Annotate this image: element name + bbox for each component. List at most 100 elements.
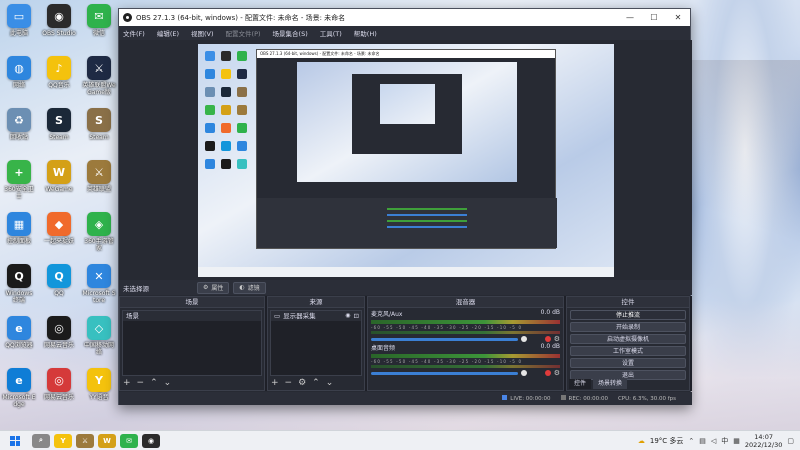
obs-logo-icon: [123, 13, 132, 22]
menu-item[interactable]: 视图(V): [191, 28, 214, 38]
network-icon[interactable]: ▤: [699, 437, 706, 445]
desktop-icon[interactable]: ⚔ 英雄联盟: [82, 160, 116, 193]
gear-icon[interactable]: ⚙: [554, 369, 560, 377]
menu-item: 配置文件(P): [225, 30, 261, 38]
desktop-icon[interactable]: Y YY语音: [82, 368, 116, 401]
move-down-icon[interactable]: ⌄: [326, 378, 334, 388]
obs-titlebar[interactable]: OBS 27.1.3 (64-bit, windows) - 配置文件: 未命名…: [119, 9, 690, 26]
control-button[interactable]: 开始录制: [570, 322, 686, 332]
remove-icon[interactable]: −: [137, 378, 145, 388]
mixer-channel: 桌面音频 0.0 dB -60 -55 -50 -45 -40 -35 -30 -2…: [368, 342, 563, 377]
desktop-icon[interactable]: ▦ 控制面板: [2, 212, 36, 245]
search-taskbar-icon[interactable]: ⌕: [32, 433, 50, 448]
desktop-icon[interactable]: ◎ 网易云音乐: [42, 368, 76, 401]
desktop-icon[interactable]: ▭ 此电脑: [2, 4, 36, 37]
app-icon: S: [87, 108, 111, 132]
weather-text[interactable]: 19°C 多云: [650, 436, 684, 446]
controls-dock: 控件 停止推流 开始录制 启动虚拟摄像机 工作室模式 设置 退出 控件 场景转换: [566, 296, 690, 391]
move-down-icon[interactable]: ⌄: [164, 378, 172, 388]
wegame-taskbar-icon[interactable]: W: [98, 433, 116, 448]
desktop-icon[interactable]: W WeGame: [42, 160, 76, 193]
lock-icon[interactable]: ⊡: [354, 311, 359, 321]
desktop-icon[interactable]: S Steam: [82, 108, 116, 141]
move-up-icon[interactable]: ⌃: [150, 378, 158, 388]
clock[interactable]: 14:07 2022/12/30: [745, 433, 782, 449]
windows-logo-icon: [10, 435, 20, 446]
notification-icon[interactable]: ▢: [787, 437, 794, 445]
add-icon[interactable]: +: [123, 378, 131, 388]
menu-item[interactable]: 编辑(E): [157, 28, 179, 38]
desktop-icon[interactable]: S Steam: [42, 108, 76, 141]
yy-taskbar-icon[interactable]: Y: [54, 433, 72, 448]
preview-area[interactable]: OBS 27.1.3 (64-bit, windows) - 配置文件: 未命名…: [119, 40, 692, 280]
captured-icon: [205, 51, 215, 61]
volume-icon[interactable]: ◁: [711, 437, 716, 445]
dock-tab[interactable]: 控件: [569, 379, 592, 389]
captured-icon: [237, 159, 247, 169]
dock-tab[interactable]: 场景转换: [593, 379, 628, 389]
desktop-icon[interactable]: ◈ 360手游管家: [82, 212, 116, 252]
input-method[interactable]: 中: [721, 436, 728, 446]
minimize-button[interactable]: —: [618, 9, 642, 26]
control-button[interactable]: 停止推流: [570, 310, 686, 320]
control-button[interactable]: 启动虚拟摄像机: [570, 334, 686, 344]
captured-icon: [221, 51, 231, 61]
control-button[interactable]: 设置: [570, 358, 686, 368]
wechat-taskbar-icon[interactable]: ✉: [120, 433, 138, 448]
add-icon[interactable]: +: [271, 378, 279, 388]
filters-button[interactable]: ◐ 滤镜: [233, 281, 266, 294]
desktop-icon[interactable]: Q Windows 终端: [2, 264, 36, 304]
keyboard-icon[interactable]: ▦: [733, 437, 740, 445]
captured-icon: [237, 123, 247, 133]
move-up-icon[interactable]: ⌃: [312, 378, 320, 388]
app-icon: ◎: [47, 316, 71, 340]
channel-name: 麦克风/Aux: [371, 311, 403, 318]
volume-slider[interactable]: [371, 337, 519, 341]
menu-item[interactable]: 场景集合(S): [273, 28, 308, 38]
menu-item[interactable]: 帮助(H): [354, 28, 377, 38]
scene-item[interactable]: 场景: [123, 311, 261, 321]
sources-dock: 来源 ▭ 显示器采集 ◉ ⊡ + − ⚙ ⌃ ⌄: [267, 296, 365, 391]
desktop-icon[interactable]: e Microsoft Edge: [2, 368, 36, 408]
maximize-button[interactable]: ☐: [642, 9, 666, 26]
desktop-icon-label: 控制面板: [6, 238, 31, 245]
control-button[interactable]: 工作室模式: [570, 346, 686, 356]
gear-icon[interactable]: ⚙: [298, 378, 306, 388]
desktop-icon[interactable]: ✕ Microsoft Store: [82, 264, 116, 304]
tray-overflow-icon[interactable]: ⌃: [688, 437, 694, 445]
start-button[interactable]: [0, 431, 30, 450]
properties-label: 属性: [211, 285, 224, 292]
remove-icon[interactable]: −: [285, 378, 293, 388]
menu-item[interactable]: 工具(T): [320, 28, 342, 38]
desktop-icon-label: 360安全卫士: [4, 186, 34, 200]
desktop-icon[interactable]: e QQ浏览器: [2, 316, 36, 349]
desktop-icon[interactable]: ◇ 中国移动网络: [82, 316, 116, 356]
desktop-icon[interactable]: ♻ 回收站: [2, 108, 36, 141]
taskbar: ⌕ Y ⚔ W ✉ ◉ ☁ 19°C 多云 ⌃ ▤ ◁ 中 ▦ 14:07 2022/12…: [0, 430, 800, 450]
desktop-icon[interactable]: ⚔ 英雄联盟WeGame版: [82, 56, 116, 96]
source-item[interactable]: ▭ 显示器采集 ◉ ⊡: [271, 311, 361, 321]
desktop-icon[interactable]: ✉ 微信: [82, 4, 116, 37]
desktop-icon[interactable]: ◉ OBS Studio: [42, 4, 76, 37]
captured-nested-window: [352, 74, 462, 154]
desktop-icon[interactable]: Q QQ: [42, 264, 76, 297]
app-icon: ◇: [87, 316, 111, 340]
visibility-eye-icon[interactable]: ◉: [345, 311, 350, 321]
desktop-icon[interactable]: ♪ QQ音乐: [42, 56, 76, 89]
desktop-icon[interactable]: ◆ 一起来捉妖: [42, 212, 76, 245]
close-button[interactable]: ✕: [666, 9, 690, 26]
obs-window[interactable]: OBS 27.1.3 (64-bit, windows) - 配置文件: 未命名…: [118, 8, 692, 405]
mute-icon[interactable]: [544, 370, 551, 376]
obs-taskbar-icon[interactable]: ◉: [142, 433, 160, 448]
desktop-icon[interactable]: ◎ 网易云音乐: [42, 316, 76, 349]
desktop-icon[interactable]: ◍ 网络: [2, 56, 36, 89]
meter-ticks: -60 -55 -50 -45 -40 -35 -30 -25 -20 -15 …: [371, 359, 523, 364]
lol-taskbar-icon[interactable]: ⚔: [76, 433, 94, 448]
properties-button[interactable]: ⚙ 属性: [197, 281, 230, 294]
volume-slider[interactable]: [371, 371, 519, 375]
sources-footer: + − ⚙ ⌃ ⌄: [271, 377, 333, 388]
controls-header: 控件: [567, 297, 689, 308]
volume-slider-handle[interactable]: [521, 370, 528, 376]
desktop-icon[interactable]: +360安全卫士: [2, 160, 36, 200]
menu-item[interactable]: 文件(F): [123, 28, 145, 38]
